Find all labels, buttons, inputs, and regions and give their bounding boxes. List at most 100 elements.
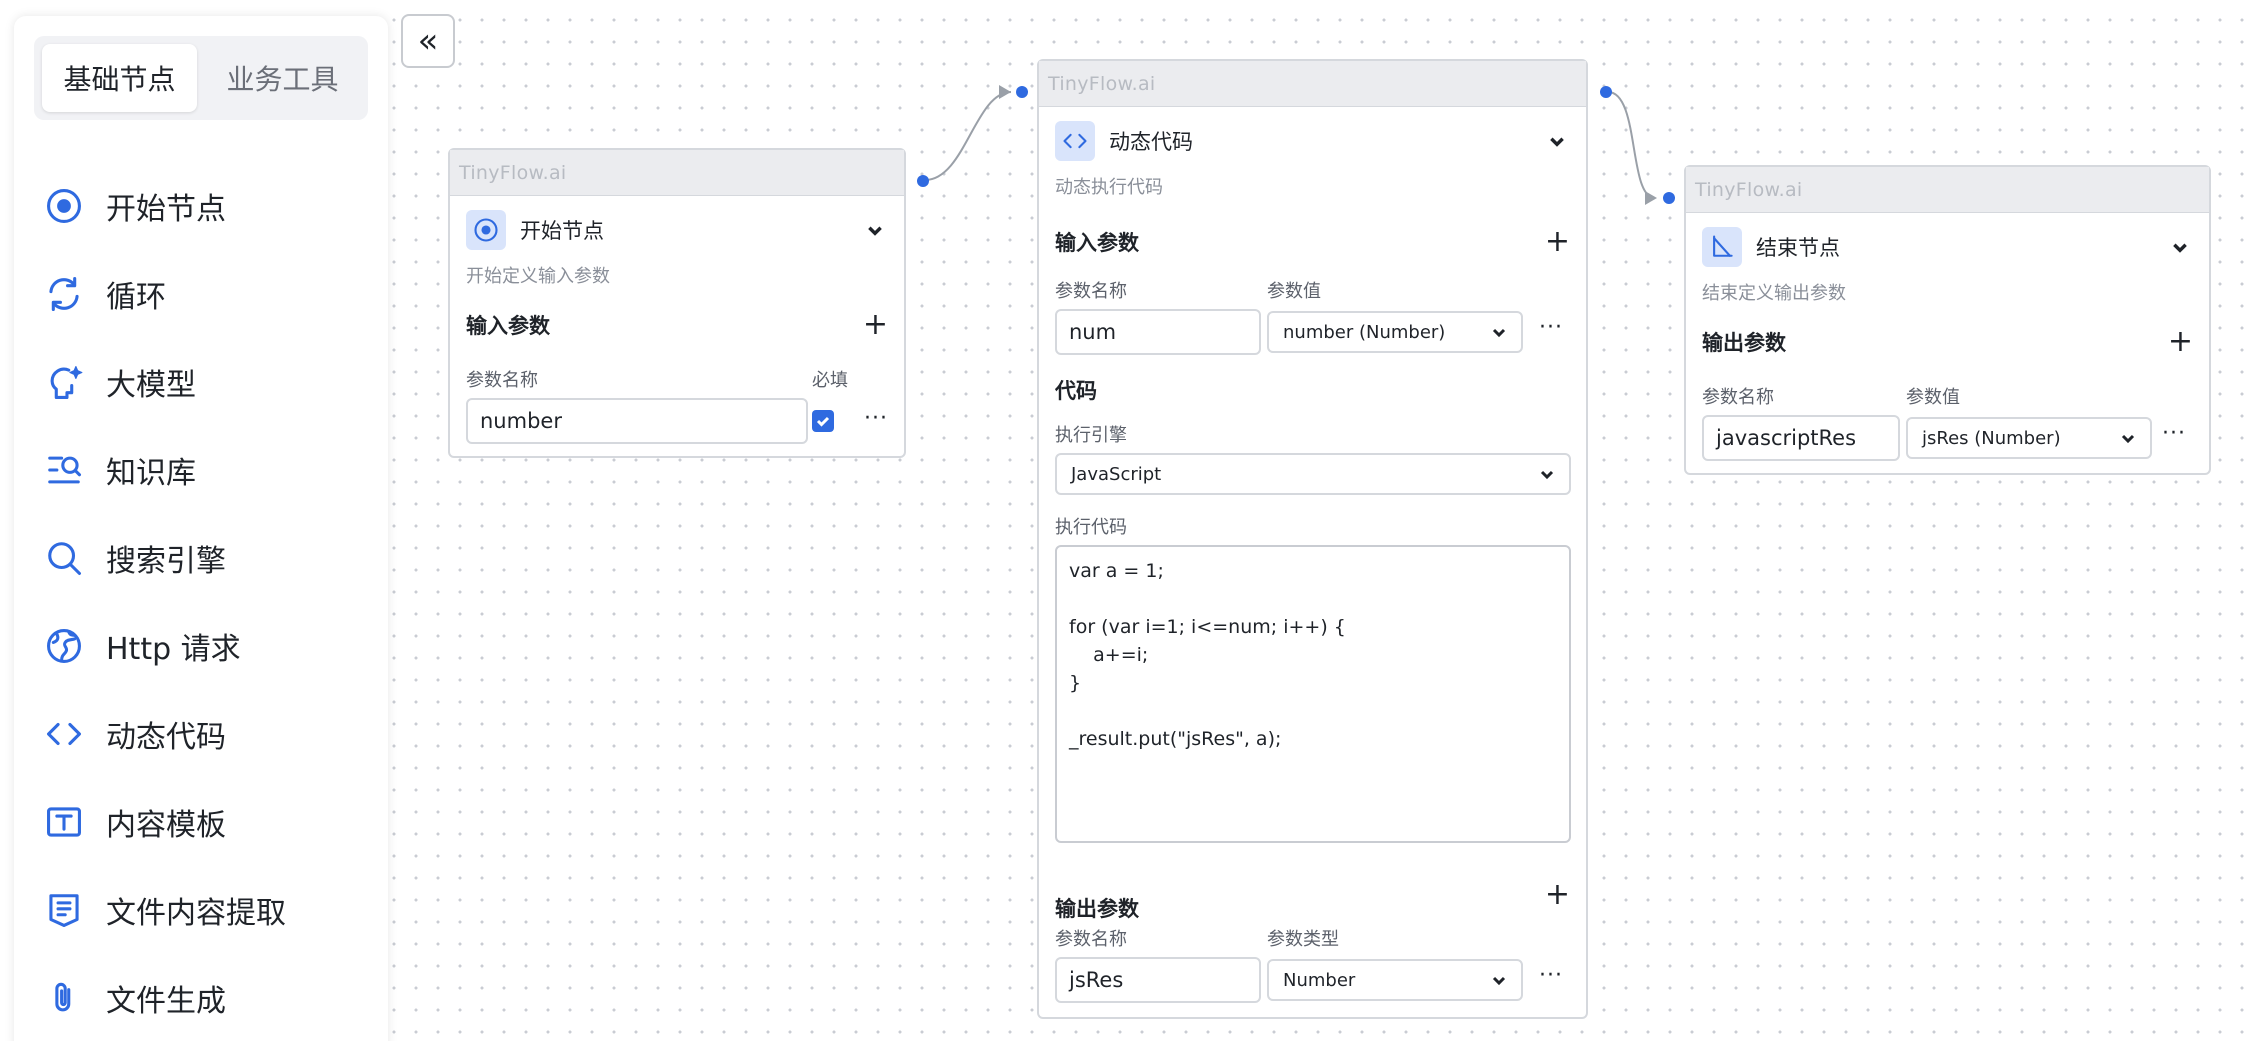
sidebar-item-http[interactable]: Http 请求: [44, 602, 364, 690]
chevron-down-icon[interactable]: [1544, 128, 1570, 154]
sidebar-item-label: 知识库: [106, 456, 196, 491]
output-param-type-select[interactable]: Number: [1267, 959, 1523, 1001]
loop-icon: [44, 274, 84, 314]
output-param-name-input[interactable]: jsRes: [1055, 957, 1261, 1003]
engine-label: 执行引擎: [1055, 425, 1127, 446]
section-title: 输出参数: [1055, 897, 1139, 921]
code-node-input-handle[interactable]: [1016, 86, 1028, 98]
node-brand: TinyFlow.ai: [1686, 167, 2209, 213]
tab-basic-nodes[interactable]: 基础节点: [42, 44, 197, 112]
output-params-section: 输出参数 +: [1686, 327, 2209, 357]
node-description: 动态执行代码: [1055, 177, 1163, 198]
add-param-button[interactable]: +: [863, 310, 888, 340]
more-options-button[interactable]: ···: [1539, 963, 1563, 988]
chevron-down-icon: [1492, 328, 1506, 338]
param-type-label: 参数类型: [1267, 929, 1339, 950]
input-params-section: 输入参数 +: [450, 310, 904, 340]
add-param-button[interactable]: +: [1545, 227, 1570, 257]
param-name-label: 参数名称: [466, 370, 538, 391]
tab-business-tools[interactable]: 业务工具: [205, 44, 360, 112]
required-checkbox[interactable]: [812, 410, 834, 432]
code-icon: [1055, 121, 1095, 161]
search-icon: [44, 538, 84, 578]
sidebar-item-label: 文件内容提取: [106, 896, 286, 931]
param-name-label: 参数名称: [1702, 387, 1774, 408]
input-params-section: 输入参数 +: [1039, 227, 1586, 257]
node-header: 动态代码: [1039, 107, 1586, 175]
more-options-button[interactable]: ···: [864, 406, 888, 431]
sidebar-item-start[interactable]: 开始节点: [44, 162, 364, 250]
start-node-output-handle[interactable]: [917, 175, 929, 187]
sidebar-item-label: 开始节点: [106, 192, 226, 227]
select-value: JavaScript: [1071, 463, 1162, 485]
sidebar-item-code[interactable]: 动态代码: [44, 690, 364, 778]
param-name-input[interactable]: javascriptRes: [1702, 415, 1900, 461]
input-param-value-select[interactable]: number (Number): [1267, 311, 1523, 353]
template-icon: [44, 802, 84, 842]
end-node-input-handle[interactable]: [1663, 192, 1675, 204]
param-value-label: 参数值: [1906, 387, 1960, 408]
code-section: 代码: [1039, 375, 1113, 405]
globe-icon: [44, 626, 84, 666]
node-brand: TinyFlow.ai: [450, 150, 904, 196]
select-value: jsRes (Number): [1922, 427, 2061, 449]
sidebar: 基础节点 业务工具 开始节点 循环 大模型 知识库 搜索引擎 Http 请求 动…: [14, 16, 388, 1041]
node-menu: 开始节点 循环 大模型 知识库 搜索引擎 Http 请求 动态代码 内容模板 文…: [44, 162, 364, 1041]
sidebar-item-label: 内容模板: [106, 808, 226, 843]
start-icon: [44, 186, 84, 226]
node-title: 开始节点: [520, 219, 604, 243]
section-title: 输出参数: [1702, 331, 1786, 355]
node-header: 结束节点: [1686, 213, 2209, 281]
sidebar-item-file-generate[interactable]: 文件生成: [44, 954, 364, 1041]
end-flag-icon: [1702, 227, 1742, 267]
input-param-name-input[interactable]: num: [1055, 309, 1261, 355]
node-description: 开始定义输入参数: [466, 266, 610, 287]
code-node[interactable]: TinyFlow.ai 动态代码 动态执行代码 输入参数 + 参数名称 参数值 …: [1037, 59, 1588, 1019]
sidebar-item-llm[interactable]: 大模型: [44, 338, 364, 426]
param-name-input[interactable]: number: [466, 398, 808, 444]
node-header: 开始节点: [450, 196, 904, 264]
param-value-label: 参数值: [1267, 281, 1321, 302]
node-title: 结束节点: [1756, 236, 1840, 260]
param-name-label: 参数名称: [1055, 929, 1127, 950]
sidebar-tabs: 基础节点 业务工具: [34, 36, 368, 120]
sidebar-item-label: 文件生成: [106, 984, 226, 1019]
sidebar-item-label: 动态代码: [106, 720, 226, 755]
param-name-label: 参数名称: [1055, 281, 1127, 302]
sidebar-item-label: 大模型: [106, 368, 196, 403]
param-value-select[interactable]: jsRes (Number): [1906, 417, 2152, 459]
sidebar-item-loop[interactable]: 循环: [44, 250, 364, 338]
engine-select[interactable]: JavaScript: [1055, 453, 1571, 495]
more-options-button[interactable]: ···: [1539, 315, 1563, 340]
code-icon: [44, 714, 84, 754]
sidebar-item-label: Http 请求: [106, 632, 241, 667]
select-value: Number: [1283, 969, 1356, 991]
paperclip-icon: [44, 978, 84, 1018]
sidebar-item-label: 搜索引擎: [106, 544, 226, 579]
start-node[interactable]: TinyFlow.ai 开始节点 开始定义输入参数 输入参数 + 参数名称 必填…: [448, 148, 906, 458]
chevron-down-icon: [1540, 470, 1554, 480]
add-output-button[interactable]: +: [1545, 880, 1570, 910]
sidebar-item-knowledge[interactable]: 知识库: [44, 426, 364, 514]
code-node-output-handle[interactable]: [1600, 86, 1612, 98]
knowledge-icon: [44, 450, 84, 490]
code-editor[interactable]: var a = 1; for (var i=1; i<=num; i++) { …: [1055, 545, 1571, 843]
collapse-sidebar-button[interactable]: «: [401, 14, 455, 68]
add-param-button[interactable]: +: [2168, 327, 2193, 357]
sidebar-item-search[interactable]: 搜索引擎: [44, 514, 364, 602]
section-title: 输入参数: [1055, 231, 1139, 255]
end-node[interactable]: TinyFlow.ai 结束节点 结束定义输出参数 输出参数 + 参数名称 参数…: [1684, 165, 2211, 475]
chevron-down-icon[interactable]: [2167, 234, 2193, 260]
section-title: 代码: [1055, 379, 1097, 403]
required-label: 必填: [812, 370, 848, 391]
select-value: number (Number): [1283, 321, 1446, 343]
chevron-down-icon[interactable]: [862, 217, 888, 243]
sidebar-item-template[interactable]: 内容模板: [44, 778, 364, 866]
node-brand: TinyFlow.ai: [1039, 61, 1586, 107]
node-title: 动态代码: [1109, 130, 1193, 154]
node-description: 结束定义输出参数: [1702, 283, 1846, 304]
more-options-button[interactable]: ···: [2162, 421, 2186, 446]
file-extract-icon: [44, 890, 84, 930]
sidebar-item-label: 循环: [106, 280, 166, 315]
sidebar-item-file-extract[interactable]: 文件内容提取: [44, 866, 364, 954]
